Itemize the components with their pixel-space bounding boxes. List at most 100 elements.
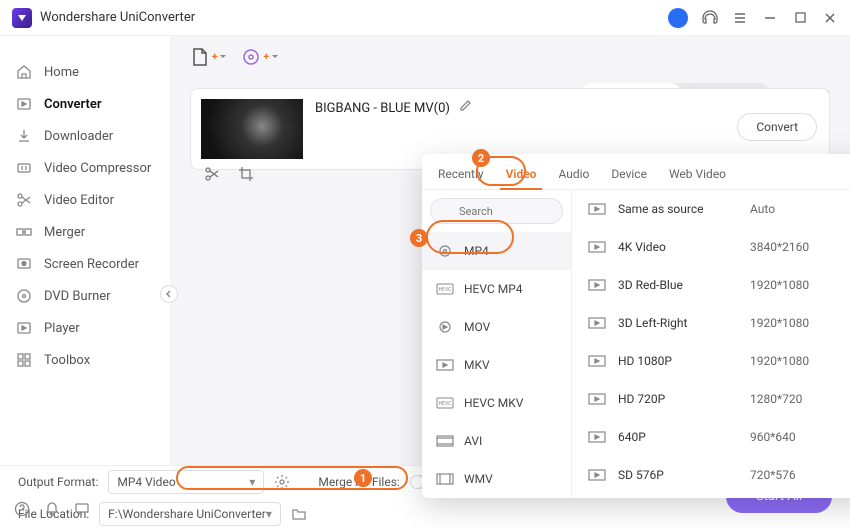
format-item-hevcmkv[interactable]: HEVCHEVC MKV <box>422 384 571 422</box>
merger-icon <box>16 224 32 240</box>
sidebar-item-toolbox[interactable]: Toolbox <box>0 344 170 376</box>
preset-name: 640P <box>618 430 750 444</box>
trim-icon[interactable] <box>203 165 221 183</box>
file-location-select[interactable]: F:\Wondershare UniConverter ▾ <box>99 502 281 526</box>
ptab-audio[interactable]: Audio <box>558 167 589 189</box>
sidebar-item-player[interactable]: Player <box>0 312 170 344</box>
folder-open-icon[interactable] <box>291 506 307 522</box>
preset-row[interactable]: SD 576P720*576 <box>572 456 850 494</box>
home-icon <box>16 64 32 80</box>
sidebar-item-dvd[interactable]: DVD Burner <box>0 280 170 312</box>
ptab-recently[interactable]: Recently <box>438 167 484 189</box>
preset-row[interactable]: HD 720P1280*720 <box>572 380 850 418</box>
format-item-wmv[interactable]: WMV <box>422 460 571 498</box>
wmv-icon <box>436 472 454 486</box>
add-file-button[interactable]: + <box>190 47 227 67</box>
preset-row[interactable]: Same as sourceAuto <box>572 190 850 228</box>
video-icon <box>588 392 606 406</box>
sidebar-item-label: Toolbox <box>44 353 90 368</box>
format-popup: Recently Video Audio Device Web Video MP… <box>422 154 850 498</box>
preset-row[interactable]: 4K Video3840*2160 <box>572 228 850 266</box>
sidebar-item-converter[interactable]: Converter <box>0 88 170 120</box>
ptab-device[interactable]: Device <box>611 167 647 189</box>
preset-resolution: 1920*1080 <box>750 354 809 368</box>
support-icon[interactable] <box>702 10 718 26</box>
hevcmkv-icon: HEVC <box>436 396 454 410</box>
edit-title-icon[interactable] <box>458 99 472 117</box>
format-label: MP4 <box>464 244 489 258</box>
preset-resolution: 3840*2160 <box>750 240 809 254</box>
notification-icon[interactable] <box>44 501 60 521</box>
format-item-avi[interactable]: AVI <box>422 422 571 460</box>
sidebar-item-label: DVD Burner <box>44 289 111 304</box>
format-item-mov[interactable]: MOV <box>422 308 571 346</box>
chevron-down-icon: ▾ <box>249 475 255 489</box>
annotation-badge-3: 3 <box>410 229 428 247</box>
preset-name: HD 1080P <box>618 354 750 368</box>
format-label: HEVC MP4 <box>464 282 523 296</box>
preset-name: SD 576P <box>618 468 750 482</box>
format-list: MP4 HEVCHEVC MP4 MOV MKV HEVCHEVC MKV AV… <box>422 190 572 498</box>
preset-resolution: 1280*720 <box>750 392 802 406</box>
sidebar-item-downloader[interactable]: Downloader <box>0 120 170 152</box>
avatar[interactable] <box>668 8 688 28</box>
compressor-icon <box>16 160 32 176</box>
convert-button[interactable]: Convert <box>737 113 817 141</box>
sidebar-item-recorder[interactable]: Screen Recorder <box>0 248 170 280</box>
sidebar-item-label: Merger <box>44 225 85 240</box>
preset-row[interactable]: HD 1080P1920*1080 <box>572 342 850 380</box>
preset-resolution: 720*576 <box>750 468 796 482</box>
sidebar-item-label: Home <box>44 65 79 80</box>
preset-row[interactable]: 3D Left-Right1920*1080 <box>572 304 850 342</box>
titlebar: Wondershare UniConverter <box>0 0 850 36</box>
video-icon <box>588 240 606 254</box>
player-icon <box>16 320 32 336</box>
video-icon <box>588 202 606 216</box>
scissors-icon <box>16 192 32 208</box>
preset-name: 3D Left-Right <box>618 316 750 330</box>
ptab-video[interactable]: Video <box>506 167 537 189</box>
mp4-icon <box>436 244 454 258</box>
preset-row[interactable]: 640P960*640 <box>572 418 850 456</box>
format-item-hevcmp4[interactable]: HEVCHEVC MP4 <box>422 270 571 308</box>
recorder-icon <box>16 256 32 272</box>
format-item-mp4[interactable]: MP4 <box>422 232 571 270</box>
preset-resolution: 1920*1080 <box>750 316 809 330</box>
avi-icon <box>436 434 454 448</box>
settings-icon[interactable] <box>274 474 290 490</box>
toolbar: + + <box>170 36 850 78</box>
toolbox-icon <box>16 352 32 368</box>
sidebar-item-label: Video Editor <box>44 193 114 208</box>
video-icon <box>588 430 606 444</box>
preset-row[interactable]: 3D Red-Blue1920*1080 <box>572 266 850 304</box>
format-label: WMV <box>464 472 493 486</box>
sidebar-item-label: Downloader <box>44 129 113 144</box>
sidebar-item-editor[interactable]: Video Editor <box>0 184 170 216</box>
crop-icon[interactable] <box>237 165 255 183</box>
output-format-select[interactable]: MP4 Video ▾ <box>108 470 264 494</box>
converter-icon <box>16 96 32 112</box>
sidebar-item-merger[interactable]: Merger <box>0 216 170 248</box>
format-label: MOV <box>464 320 490 334</box>
collapse-sidebar-button[interactable] <box>160 285 178 303</box>
search-input[interactable] <box>430 198 563 224</box>
format-item-mkv[interactable]: MKV <box>422 346 571 384</box>
video-icon <box>588 316 606 330</box>
svg-text:HEVC: HEVC <box>439 401 453 407</box>
content-area: + + Converting Finished High Speed Conve… <box>170 36 850 529</box>
help-icon[interactable] <box>14 501 30 521</box>
thumbnail[interactable] <box>201 99 303 159</box>
video-icon <box>588 468 606 482</box>
menu-icon[interactable] <box>732 10 748 26</box>
maximize-icon[interactable] <box>792 10 808 26</box>
sidebar-item-home[interactable]: Home <box>0 56 170 88</box>
close-icon[interactable] <box>822 10 838 26</box>
preset-name: Same as source <box>618 202 750 216</box>
feedback-icon[interactable] <box>74 501 90 521</box>
sidebar-item-compressor[interactable]: Video Compressor <box>0 152 170 184</box>
ptab-webvideo[interactable]: Web Video <box>669 167 726 189</box>
minimize-icon[interactable] <box>762 10 778 26</box>
add-dvd-button[interactable]: + <box>241 47 278 67</box>
download-icon <box>16 128 32 144</box>
video-icon <box>588 278 606 292</box>
